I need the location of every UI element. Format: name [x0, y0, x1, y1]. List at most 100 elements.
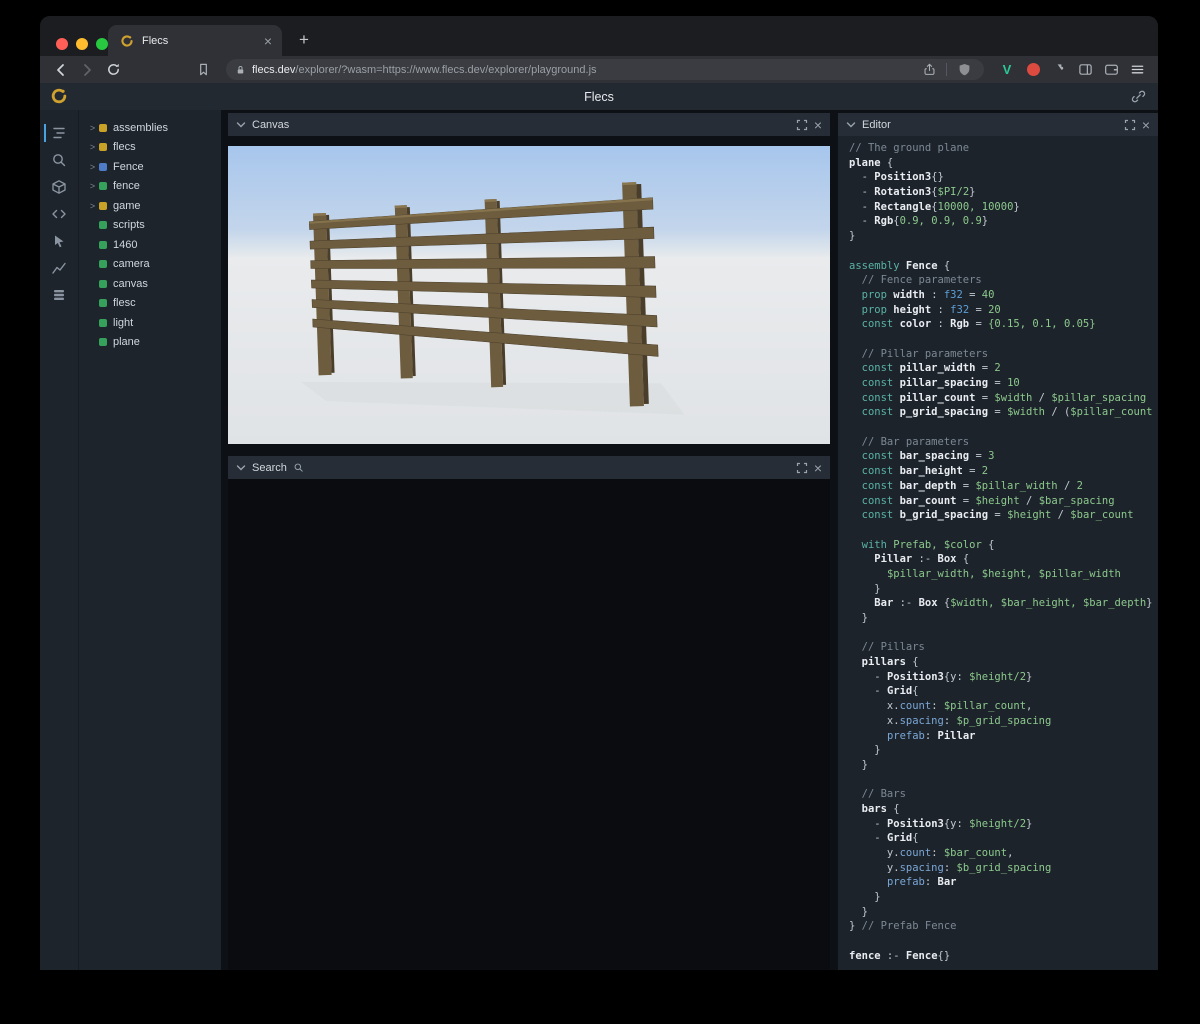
cube-icon[interactable] — [44, 178, 74, 196]
expand-icon[interactable] — [796, 462, 808, 474]
code-line: } — [849, 229, 1158, 244]
expand-chevron-icon[interactable]: > — [87, 181, 98, 191]
tree-item-label: flesc — [113, 297, 136, 309]
code-line: y.spacing: $b_grid_spacing — [849, 861, 1158, 876]
search-icon[interactable] — [44, 151, 74, 169]
window-minimize-button[interactable] — [76, 38, 88, 50]
tree-item-1460[interactable]: 1460 — [79, 235, 221, 255]
expand-icon[interactable] — [796, 119, 808, 131]
expand-icon[interactable] — [1124, 119, 1136, 131]
extensions-puzzle-icon[interactable] — [1048, 59, 1070, 81]
center-column: Canvas × — [221, 110, 838, 970]
entity-kind-icon — [99, 260, 107, 268]
bookmark-icon[interactable] — [192, 59, 214, 81]
expand-chevron-icon[interactable]: > — [87, 162, 98, 172]
search-panel-header: Search × — [228, 456, 830, 479]
tree-item-label: assemblies — [113, 122, 168, 134]
window-zoom-button[interactable] — [96, 38, 108, 50]
code-icon[interactable] — [44, 205, 74, 223]
tree-item-assemblies[interactable]: > assemblies — [79, 118, 221, 138]
code-line: - Rectangle{10000, 10000} — [849, 200, 1158, 215]
chart-icon[interactable] — [44, 259, 74, 277]
search-icon — [293, 462, 304, 473]
code-line: } — [849, 758, 1158, 773]
icon-rail — [40, 110, 78, 970]
url-divider — [946, 63, 947, 76]
expand-chevron-icon[interactable]: > — [87, 142, 98, 152]
code-line: - Position3{} — [849, 170, 1158, 185]
app-header: Flecs — [40, 83, 1158, 110]
code-line: // Pillars — [849, 640, 1158, 655]
entity-kind-icon — [99, 241, 107, 249]
tree-item-fence[interactable]: >fence — [79, 177, 221, 197]
canvas-column: Canvas × — [228, 113, 830, 970]
code-line: const color : Rgb = {0.15, 0.1, 0.05} — [849, 317, 1158, 332]
reload-button[interactable] — [102, 59, 124, 81]
app-body: >assemblies>flecs>Fence>fence>gamescript… — [40, 110, 1158, 970]
window-close-button[interactable] — [56, 38, 68, 50]
rows-icon[interactable] — [44, 286, 74, 304]
tree-item-camera[interactable]: camera — [79, 255, 221, 275]
flecs-logo-icon[interactable] — [50, 87, 68, 105]
sidebar-panel-icon[interactable] — [1074, 59, 1096, 81]
code-line: y.count: $bar_count, — [849, 846, 1158, 861]
tree-item-label: Fence — [113, 161, 144, 173]
collapse-chevron-icon[interactable] — [236, 464, 246, 472]
extension-badge-icon[interactable] — [1022, 59, 1044, 81]
browser-toolbar: flecs.dev/explorer/?wasm=https://www.fle… — [40, 56, 1158, 83]
menu-button[interactable] — [1126, 59, 1148, 81]
tree-item-Fence[interactable]: > Fence — [79, 157, 221, 177]
browser-tab[interactable]: Flecs × — [108, 25, 282, 56]
brave-vpn-icon[interactable]: V — [996, 59, 1018, 81]
tab-close-button[interactable]: × — [262, 34, 274, 48]
code-line — [849, 523, 1158, 538]
tab-strip: Flecs × + — [40, 16, 1158, 56]
tree-item-light[interactable]: light — [79, 313, 221, 333]
tab-favicon-icon — [120, 34, 134, 48]
tab-title: Flecs — [142, 35, 262, 47]
brave-shield-icon[interactable] — [953, 59, 975, 81]
code-editor[interactable]: // The ground planeplane { - Position3{}… — [838, 136, 1158, 970]
tree-item-flecs[interactable]: >flecs — [79, 138, 221, 158]
close-icon[interactable]: × — [1142, 118, 1150, 132]
tree-item-game[interactable]: >game — [79, 196, 221, 216]
share-link-icon[interactable] — [1131, 89, 1146, 104]
code-line: prefab: Bar — [849, 875, 1158, 890]
tree-item-canvas[interactable]: canvas — [79, 274, 221, 294]
close-icon[interactable]: × — [814, 461, 822, 475]
search-results-area[interactable] — [228, 479, 830, 970]
code-line: const bar_height = 2 — [849, 464, 1158, 479]
tree-item-label: scripts — [113, 219, 145, 231]
collapse-chevron-icon[interactable] — [846, 121, 856, 129]
canvas-panel-header: Canvas × — [228, 113, 830, 136]
code-line: prop width : f32 = 40 — [849, 288, 1158, 303]
browser-window: Flecs × + flecs.dev/ — [40, 16, 1158, 970]
expand-chevron-icon[interactable]: > — [87, 123, 98, 133]
collapse-chevron-icon[interactable] — [236, 121, 246, 129]
code-line: bars { — [849, 802, 1158, 817]
hierarchy-icon[interactable] — [44, 124, 74, 142]
code-line: - Rgb{0.9, 0.9, 0.9} — [849, 214, 1158, 229]
desktop-background: Flecs × + flecs.dev/ — [0, 0, 1200, 1024]
new-tab-button[interactable]: + — [292, 28, 316, 52]
tree-item-plane[interactable]: plane — [79, 333, 221, 353]
cursor-icon[interactable] — [44, 232, 74, 250]
code-line: } — [849, 905, 1158, 920]
3d-viewport[interactable] — [228, 146, 830, 444]
code-line: plane { — [849, 156, 1158, 171]
url-bar[interactable]: flecs.dev/explorer/?wasm=https://www.fle… — [226, 59, 984, 80]
entity-kind-icon — [99, 182, 107, 190]
wallet-icon[interactable] — [1100, 59, 1122, 81]
share-icon[interactable] — [918, 59, 940, 81]
lock-icon — [235, 64, 246, 76]
back-button[interactable] — [50, 59, 72, 81]
code-line: // Bars — [849, 787, 1158, 802]
tree-item-flesc[interactable]: flesc — [79, 294, 221, 314]
forward-button[interactable] — [76, 59, 98, 81]
tree-item-scripts[interactable]: scripts — [79, 216, 221, 236]
close-icon[interactable]: × — [814, 118, 822, 132]
editor-column: Editor × // The ground planeplane { - Po… — [838, 110, 1158, 970]
expand-chevron-icon[interactable]: > — [87, 201, 98, 211]
code-line: } — [849, 582, 1158, 597]
code-line — [849, 244, 1158, 259]
